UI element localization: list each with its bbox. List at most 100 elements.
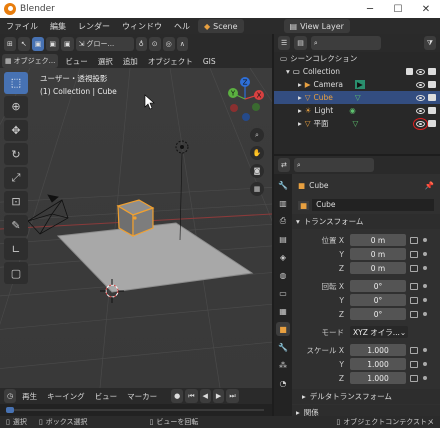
jump-end-button[interactable]: ⏭ <box>226 389 239 403</box>
keyframe-dot-icon[interactable] <box>423 284 427 288</box>
zoom-icon[interactable]: ⌕ <box>250 128 264 142</box>
snap-button[interactable]: ⊙ <box>148 37 161 51</box>
keyframe-dot-icon[interactable] <box>423 298 427 302</box>
editor-type-button[interactable]: ⊞ <box>4 37 16 51</box>
delta-transform-section-header[interactable]: ▸ デルタトランスフォーム <box>292 389 440 404</box>
lock-icon[interactable] <box>410 264 418 272</box>
object-data-dropdown-icon[interactable]: ■ <box>298 200 310 210</box>
particles-tab-icon[interactable]: ⁂ <box>276 358 290 372</box>
lock-icon[interactable] <box>410 360 418 368</box>
lock-icon[interactable] <box>410 346 418 354</box>
outliner-item-cube[interactable]: ▸ ▽ Cube ▽ <box>274 91 440 104</box>
add-cube-tool-icon[interactable]: ▢ <box>4 262 28 285</box>
render-tab-icon[interactable]: ▥ <box>276 196 290 210</box>
lock-icon[interactable] <box>410 282 418 290</box>
playback-menu[interactable]: 再生 <box>18 391 41 402</box>
rotation-mode-dropdown[interactable]: XYZ オイラ... ⌄ <box>350 326 408 338</box>
scene-selector[interactable]: ◆ Scene <box>198 19 244 33</box>
move-tool-icon[interactable]: ✥ <box>4 119 28 142</box>
view-layer-tab-icon[interactable]: ▤ <box>276 232 290 246</box>
plane-eye-icon[interactable] <box>413 117 428 130</box>
transform-tool-icon[interactable]: ⊡ <box>4 190 28 213</box>
scale-y-field[interactable]: 1.000 <box>350 358 406 370</box>
proportional-edit-button[interactable]: ◎ <box>162 37 175 51</box>
timeline-scrubber[interactable] <box>0 404 272 416</box>
outliner-filter-button[interactable]: ⧩ <box>423 36 436 50</box>
keyframe-dot-icon[interactable] <box>423 362 427 366</box>
mode-dropdown[interactable]: ▦ オブジェク... <box>2 54 59 68</box>
lock-icon[interactable] <box>410 374 418 382</box>
view-layer-selector[interactable]: ▤ View Layer <box>283 19 350 33</box>
location-x-field[interactable]: 0 m <box>350 234 406 246</box>
scale-tool-icon[interactable]: ⤢ <box>4 167 28 189</box>
camera-view-icon[interactable]: ◙ <box>250 164 264 178</box>
scene-tab-icon[interactable]: ◈ <box>276 250 290 264</box>
outliner-item-plane[interactable]: ▸ ▽ 平面 ▽ <box>274 117 440 130</box>
pin-icon[interactable]: 📌 <box>425 181 434 190</box>
outliner-item-light[interactable]: ▸ ☀ Light ◉ <box>274 104 440 117</box>
maximize-button[interactable]: ☐ <box>384 0 412 18</box>
collection-eye-icon[interactable] <box>416 68 425 75</box>
keyframe-dot-icon[interactable] <box>423 238 427 242</box>
collection-checkbox[interactable] <box>406 68 413 75</box>
tool-tab-icon[interactable]: 🔧 <box>276 178 290 192</box>
rotation-x-field[interactable]: 0° <box>350 280 406 292</box>
measure-tool-icon[interactable]: ∟ <box>4 238 28 261</box>
select-extend-button[interactable]: ▣ <box>46 37 59 51</box>
menu-file[interactable]: ファイル <box>0 21 44 32</box>
play-reverse-button[interactable]: ◀ <box>199 389 211 403</box>
rotate-tool-icon[interactable]: ↻ <box>4 143 28 166</box>
lock-icon[interactable] <box>410 236 418 244</box>
select-box-mode-button[interactable]: ▣ <box>31 37 45 51</box>
menu-object[interactable]: オブジェクト <box>143 56 198 67</box>
object-name-field[interactable]: Cube <box>312 199 434 211</box>
current-frame-marker[interactable] <box>6 407 14 413</box>
jump-start-button[interactable]: ⏮ <box>185 389 198 403</box>
light-eye-icon[interactable] <box>416 107 425 114</box>
close-window-button[interactable]: ✕ <box>412 0 440 18</box>
menu-edit[interactable]: 編集 <box>44 21 72 32</box>
menu-add[interactable]: 追加 <box>118 56 143 67</box>
world-tab-icon[interactable]: ◍ <box>276 268 290 282</box>
menu-render[interactable]: レンダー <box>72 21 116 32</box>
marker-menu[interactable]: マーカー <box>123 391 161 402</box>
lock-icon[interactable] <box>410 310 418 318</box>
menu-gis[interactable]: GIS <box>198 57 221 66</box>
cursor-tool-button[interactable]: ↖ <box>17 37 30 51</box>
plane-render-icon[interactable] <box>428 120 436 127</box>
keyframe-dot-icon[interactable] <box>423 266 427 270</box>
play-button[interactable]: ▶ <box>212 389 225 403</box>
select-subtract-button[interactable]: ▣ <box>61 37 74 51</box>
falloff-button[interactable]: ∧ <box>176 37 188 51</box>
collection-render-icon[interactable] <box>428 68 436 75</box>
scale-z-field[interactable]: 1.000 <box>350 372 406 384</box>
record-button[interactable]: ● <box>171 389 184 403</box>
transform-section-header[interactable]: ▾ トランスフォーム <box>292 214 440 229</box>
cube-object[interactable] <box>116 199 155 238</box>
keyframe-dot-icon[interactable] <box>423 312 427 316</box>
properties-editor-type-button[interactable]: ⇄ <box>278 158 290 172</box>
camera-render-icon[interactable] <box>428 81 436 88</box>
outliner-item-camera[interactable]: ▸ ▶ Camera ▶ <box>274 78 440 91</box>
timeline-editor-type-button[interactable]: ◷ <box>4 389 17 403</box>
cursor-tool-icon[interactable]: ⊕ <box>4 95 28 118</box>
annotate-tool-icon[interactable]: ✎ <box>4 214 28 237</box>
camera-eye-icon[interactable] <box>416 81 425 88</box>
collection-row[interactable]: ▾ ▭ Collection <box>274 65 440 78</box>
navigation-gizmo[interactable]: Z X Y <box>220 74 270 124</box>
keyframe-dot-icon[interactable] <box>423 252 427 256</box>
cube-eye-icon[interactable] <box>416 94 425 101</box>
outliner-display-mode-button[interactable]: ▤ <box>294 36 307 50</box>
outliner-search-field[interactable]: ⌕ <box>310 36 381 50</box>
keyframe-dot-icon[interactable] <box>423 376 427 380</box>
object-tab-icon[interactable]: ■ <box>276 322 290 336</box>
properties-search-field[interactable]: ⌕ <box>293 158 374 172</box>
physics-tab-icon[interactable]: ◔ <box>276 376 290 390</box>
location-z-field[interactable]: 0 m <box>350 262 406 274</box>
keyframe-dot-icon[interactable] <box>423 348 427 352</box>
select-tool-icon[interactable]: ⬚ <box>4 72 28 94</box>
timeline-view-menu[interactable]: ビュー <box>91 391 122 402</box>
light-render-icon[interactable] <box>428 107 436 114</box>
menu-window[interactable]: ウィンドウ <box>116 21 168 32</box>
minimize-button[interactable]: ─ <box>356 0 384 18</box>
